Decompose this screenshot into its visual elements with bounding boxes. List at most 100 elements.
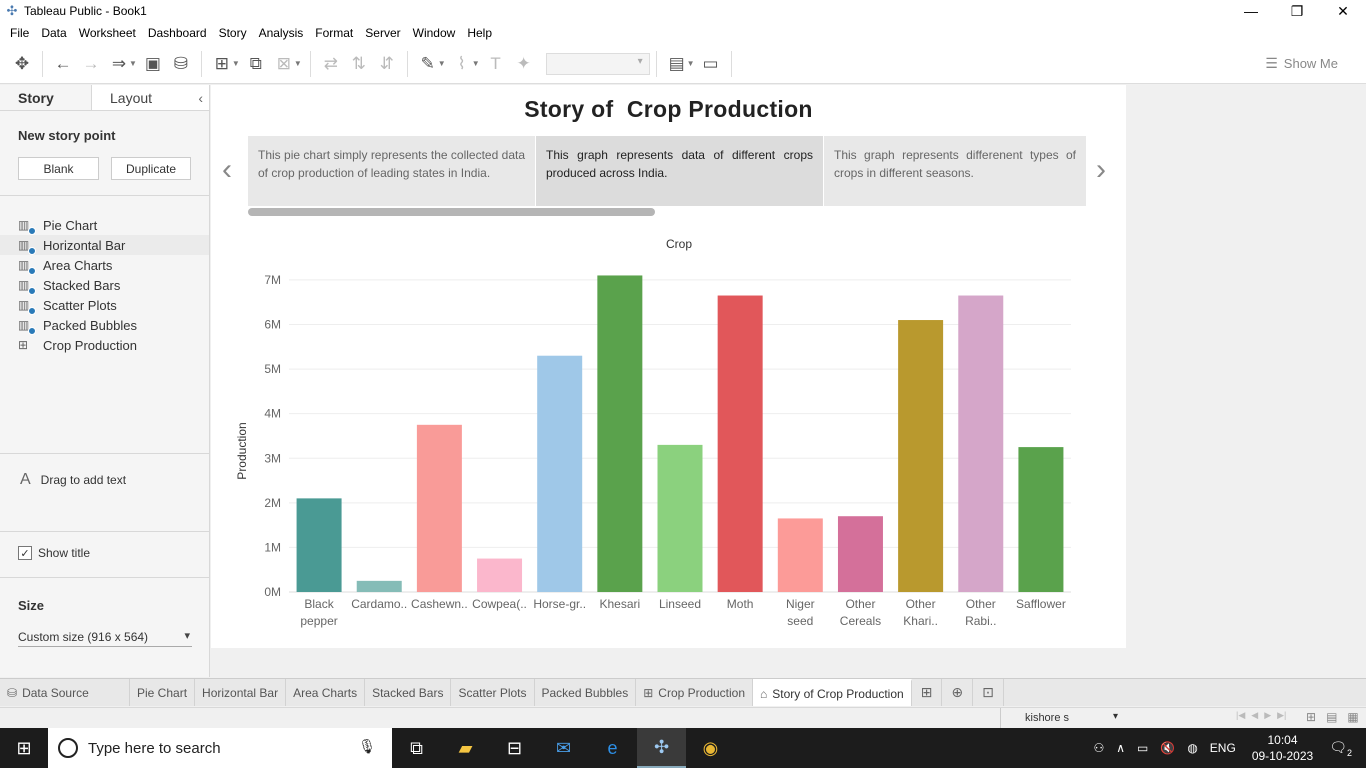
bar[interactable] [537,355,583,592]
menu-server[interactable]: Server [359,26,406,40]
previous-story-point-icon[interactable]: ‹ [222,153,232,187]
new-worksheet-icon[interactable]: ⊞ [912,679,943,706]
close-button[interactable]: ✕ [1320,0,1366,22]
tab-scatter-plots[interactable]: Scatter Plots [451,679,535,706]
minimize-button[interactable]: — [1228,0,1274,22]
user-menu[interactable]: kishore s [1000,708,1124,728]
sheet-item-area-charts[interactable]: ▥ Area Charts [0,255,209,275]
size-dropdown[interactable]: Custom size (916 x 564) [18,627,192,647]
menu-data[interactable]: Data [35,26,72,40]
filmstrip-icon[interactable]: ▤ [1326,710,1337,724]
sheet-item-stacked-bars[interactable]: ▥ Stacked Bars [0,275,209,295]
bar[interactable] [717,295,763,592]
collapse-sidebar-icon[interactable]: ‹ [184,85,209,110]
network-icon[interactable]: ◍ [1187,741,1197,755]
menu-format[interactable]: Format [309,26,359,40]
fit-dropdown[interactable] [545,52,650,75]
story-point-caption-3[interactable]: This graph represents differenent types … [824,136,1086,206]
save-icon[interactable]: ▣ [139,50,167,78]
tab-layout[interactable]: Layout [92,85,184,110]
story-point-caption-1[interactable]: This pie chart simply represents the col… [248,136,535,206]
tabs-view-icon[interactable]: ▦ [1347,710,1358,724]
tab-horizontal-bar[interactable]: Horizontal Bar [195,679,287,706]
show-cards-caret-icon[interactable]: ▼ [687,59,695,68]
notifications-icon[interactable]: 🗨2 [1329,739,1352,758]
tab-packed-bubbles[interactable]: Packed Bubbles [535,679,637,706]
redo-icon[interactable]: → [77,50,105,78]
bar[interactable] [296,498,342,592]
restore-button[interactable]: ❐ [1274,0,1320,22]
windows-start-icon[interactable]: ⊞ [0,728,48,768]
tab-data-source[interactable]: ⛁ Data Source [0,679,130,706]
bar[interactable] [898,320,944,592]
presentation-mode-icon[interactable]: ▭ [697,50,725,78]
pin-icon[interactable]: ✦ [510,50,538,78]
highlight-caret-icon[interactable]: ▼ [438,59,446,68]
next-sheet-icon[interactable]: ▶ [1264,710,1271,721]
new-dashboard-icon[interactable]: ⊕ [942,679,974,706]
first-sheet-icon[interactable]: |◀ [1236,710,1245,721]
duplicate-button[interactable]: Duplicate [111,157,191,180]
microphone-icon[interactable]: 🎙 [358,738,376,755]
story-point-caption-2[interactable]: This graph represents data of different … [536,136,823,206]
menu-story[interactable]: Story [213,26,253,40]
swap-icon[interactable]: ⇄ [317,50,345,78]
chrome-icon[interactable]: ◉ [686,728,735,768]
undo-icon[interactable]: ← [49,50,77,78]
sort-descending-icon[interactable]: ⇵ [373,50,401,78]
sheet-item-horizontal-bar[interactable]: ▥ Horizontal Bar [0,235,209,255]
task-view-icon[interactable]: ⧉ [392,728,441,768]
taskbar-clock[interactable]: 10:04 09-10-2023 [1252,732,1313,764]
clear-sheet-caret-icon[interactable]: ▼ [294,59,302,68]
taskbar-search-box[interactable]: Type here to search 🎙 [48,728,392,768]
blank-button[interactable]: Blank [18,157,99,180]
next-story-point-icon[interactable]: › [1096,153,1106,187]
show-me-button[interactable]: ☰ Show Me [1265,55,1338,72]
group-caret-icon[interactable]: ▼ [472,59,480,68]
new-sheet-caret-icon[interactable]: ▼ [232,59,240,68]
bar[interactable] [837,516,883,592]
mail-icon[interactable]: ✉ [539,728,588,768]
tray-chevron-up-icon[interactable]: ∧ [1116,741,1125,755]
menu-dashboard[interactable]: Dashboard [142,26,213,40]
sheet-item-pie-chart[interactable]: ▥ Pie Chart [0,215,209,235]
show-title-checkbox[interactable]: ✓ [18,546,32,560]
tableau-taskbar-icon[interactable]: ✣ [637,728,686,768]
sort-ascending-icon[interactable]: ⇅ [345,50,373,78]
tab-stacked-bars[interactable]: Stacked Bars [365,679,452,706]
sheet-item-crop-production[interactable]: ⊞ Crop Production [0,335,209,355]
tab-story-of-crop-production[interactable]: ⌂ Story of Crop Production [753,679,912,706]
menu-file[interactable]: File [4,26,35,40]
edge-icon[interactable]: e [588,728,637,768]
tab-area-charts[interactable]: Area Charts [286,679,366,706]
prev-sheet-icon[interactable]: ◀ [1251,710,1258,721]
bar[interactable] [597,275,643,592]
sheet-item-scatter-plots[interactable]: ▥ Scatter Plots [0,295,209,315]
show-title-option[interactable]: ✓ Show title [18,546,90,560]
add-datasource-icon[interactable]: ⛁ [167,50,195,78]
duplicate-sheet-icon[interactable]: ⧉ [242,50,270,78]
battery-icon[interactable]: ▭ [1137,741,1148,755]
sheet-sorter-icon[interactable]: ⊞ [1306,710,1316,724]
bar[interactable] [1018,447,1064,592]
volume-muted-icon[interactable]: 🔇 [1160,741,1175,755]
bar[interactable] [777,518,823,592]
last-sheet-icon[interactable]: ▶| [1277,710,1286,721]
bar[interactable] [958,295,1004,592]
caption-scrollbar[interactable] [248,208,655,216]
tab-pie-chart[interactable]: Pie Chart [130,679,196,706]
tableau-home-icon[interactable]: ✥ [8,50,36,78]
bar[interactable] [477,558,523,592]
labels-icon[interactable]: T [482,50,510,78]
new-story-icon[interactable]: ⊡ [973,679,1004,706]
bar[interactable] [657,444,703,592]
language-indicator[interactable]: ENG [1210,741,1236,755]
store-icon[interactable]: ⊟ [490,728,539,768]
replay-caret-icon[interactable]: ▼ [129,59,137,68]
people-icon[interactable]: ⚇ [1093,741,1104,755]
file-explorer-icon[interactable]: ▰ [441,728,490,768]
menu-worksheet[interactable]: Worksheet [73,26,142,40]
menu-window[interactable]: Window [407,26,462,40]
menu-analysis[interactable]: Analysis [253,26,310,40]
bar[interactable] [356,580,402,592]
